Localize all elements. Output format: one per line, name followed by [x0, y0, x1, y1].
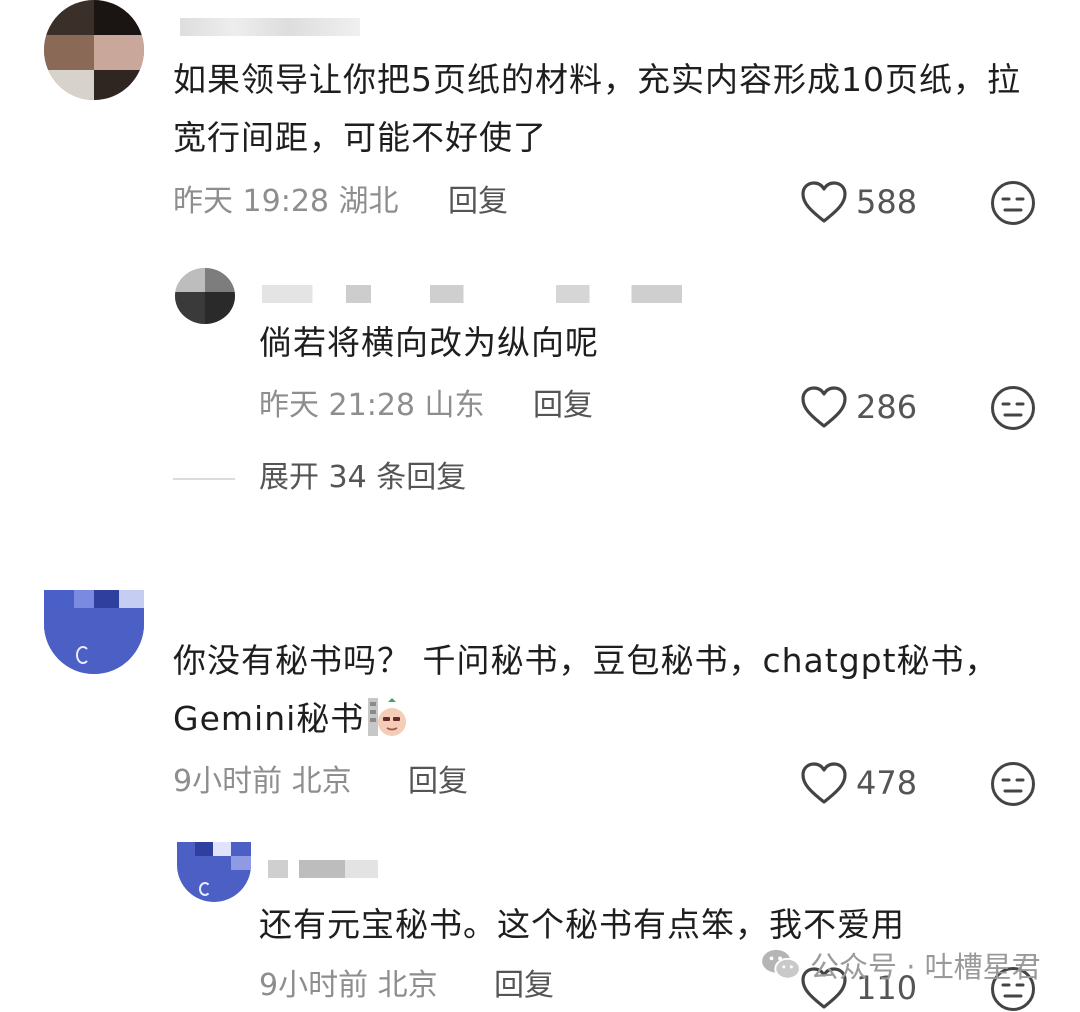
heart-outline-icon [801, 762, 847, 804]
username-blurred[interactable] [268, 860, 378, 878]
comment-meta: 昨天 21:28 山东 [259, 386, 485, 426]
avatar-pixel [44, 608, 144, 674]
comment-text: 你没有秘书吗？ 千问秘书，豆包秘书，chatgpt秘书，Gemini秘书 [173, 632, 1023, 748]
comment-location: 山东 [424, 388, 485, 423]
reply-button[interactable]: 回复 [448, 182, 508, 222]
meh-face-icon[interactable] [990, 385, 1036, 431]
avatar-pixel [44, 70, 94, 100]
avatar-pixel [44, 0, 94, 35]
like-count: 478 [856, 764, 918, 802]
username-blurred[interactable] [262, 285, 682, 303]
reply-button[interactable]: 回复 [494, 966, 554, 1006]
comment-location: 北京 [377, 968, 438, 1003]
watermark-text: 公众号 · 吐槽星君 [810, 950, 1041, 984]
avatar-pixel [231, 856, 251, 870]
avatar-pixel [94, 590, 119, 608]
comment-meta: 9小时前 北京 [259, 966, 438, 1006]
avatar-pixel [175, 268, 205, 292]
moon-glyph [199, 882, 211, 896]
heart-outline-icon [801, 181, 847, 223]
avatar[interactable] [44, 590, 144, 674]
avatar-pixel [94, 0, 144, 35]
avatar-pixel [195, 842, 213, 856]
meh-face-icon[interactable] [990, 180, 1036, 226]
reply-button[interactable]: 回复 [533, 386, 593, 426]
avatar[interactable] [177, 842, 251, 902]
avatar-pixel [94, 35, 144, 70]
comment-time: 9小时前 [173, 764, 283, 799]
reply-button[interactable]: 回复 [408, 762, 468, 802]
comment-time: 昨天 21:28 [259, 388, 415, 423]
smug-face-emoji [368, 698, 407, 736]
like-button[interactable]: 286 [800, 385, 917, 429]
comment-location: 北京 [291, 764, 352, 799]
avatar-pixel [74, 590, 94, 608]
avatar-pixel [44, 35, 94, 70]
comment-text: 如果领导让你把5页纸的材料，充实内容形成10页纸，拉宽行间距，可能不好使了 [173, 60, 1021, 157]
comment-text: 倘若将横向改为纵向呢 [259, 323, 599, 362]
comment-meta: 昨天 19:28 湖北 [173, 182, 399, 222]
comment-text-content: 你没有秘书吗？ 千问秘书，豆包秘书，chatgpt秘书，Gemini秘书 [173, 641, 999, 738]
moon-glyph [76, 646, 90, 664]
expand-replies-button[interactable]: 展开 34 条回复 [259, 458, 466, 498]
like-count: 286 [856, 388, 918, 426]
comment-time: 昨天 19:28 [173, 184, 329, 219]
avatar[interactable] [44, 0, 144, 100]
avatar-pixel [94, 70, 144, 100]
heart-outline-icon [801, 386, 847, 428]
comment-location: 湖北 [338, 184, 399, 219]
expand-divider [173, 478, 235, 480]
avatar-pixel [119, 590, 144, 608]
avatar-pixel [205, 292, 235, 324]
avatar[interactable] [175, 268, 235, 324]
username-blurred[interactable] [180, 18, 360, 36]
avatar-pixel [175, 292, 205, 324]
wechat-logo-icon [762, 949, 801, 980]
like-count: 588 [856, 183, 918, 221]
avatar-pixel [213, 842, 231, 856]
meh-face-icon[interactable] [990, 761, 1036, 807]
avatar-pixel [205, 268, 235, 292]
comment-meta: 9小时前 北京 [173, 762, 352, 802]
comment-time: 9小时前 [259, 968, 369, 1003]
like-button[interactable]: 478 [800, 761, 917, 805]
like-button[interactable]: 588 [800, 180, 917, 224]
watermark: 公众号 · 吐槽星君 [760, 944, 1041, 986]
